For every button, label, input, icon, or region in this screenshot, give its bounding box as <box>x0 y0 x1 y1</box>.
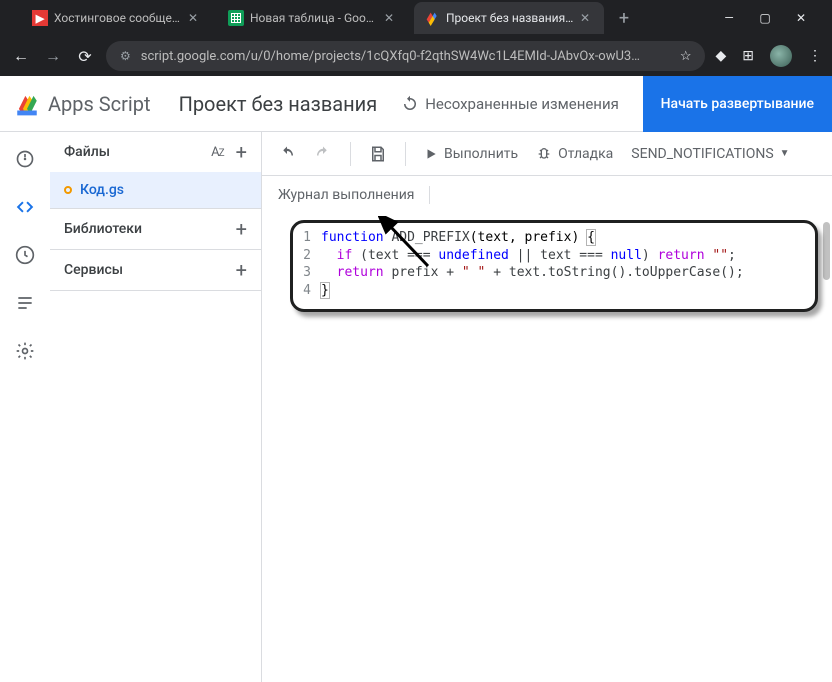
services-label: Сервисы <box>64 262 123 278</box>
url-text: script.google.com/u/0/home/projects/1cQX… <box>141 49 670 64</box>
bug-icon <box>536 146 552 162</box>
scrollbar-thumb[interactable] <box>823 222 830 280</box>
rail-editor[interactable] <box>12 194 38 220</box>
unsaved-label: Несохраненные изменения <box>425 95 619 113</box>
files-header: Файлы AZ + <box>50 132 261 172</box>
file-item-kod[interactable]: Код.gs <box>50 172 261 208</box>
app-logo[interactable]: Apps Script <box>14 91 151 117</box>
rail-settings[interactable] <box>12 338 38 364</box>
run-button[interactable]: Выполнить <box>424 146 518 162</box>
line-number: 4 <box>301 282 321 300</box>
extension-metamask-icon[interactable]: ◆ <box>715 48 726 64</box>
deploy-button[interactable]: Начать развертывание <box>643 76 832 132</box>
workbench: Файлы AZ + Код.gs Библиотеки + Сервисы + <box>0 132 832 682</box>
tab-label: Хостинговое сообщество <box>54 11 182 25</box>
undo-button[interactable] <box>278 145 296 163</box>
redo-button[interactable] <box>314 145 332 163</box>
forward-button[interactable]: → <box>42 46 64 66</box>
line-number: 1 <box>301 229 321 247</box>
add-file-button[interactable]: + <box>236 145 247 160</box>
code-line: } <box>321 282 807 300</box>
libraries-header: Библиотеки + <box>50 209 261 249</box>
favicon-hosting: ▶ <box>32 10 48 26</box>
extensions-icon[interactable]: ⊞ <box>742 48 754 64</box>
favicon-apps-script <box>424 10 440 26</box>
omnibox[interactable]: ⚙ script.google.com/u/0/home/projects/1c… <box>106 41 705 71</box>
left-rail <box>0 132 50 682</box>
apps-script-logo-icon <box>14 91 40 117</box>
add-service-button[interactable]: + <box>236 263 247 277</box>
log-label[interactable]: Журнал выполнения <box>278 187 415 203</box>
maximize-button[interactable]: ▢ <box>756 11 774 25</box>
debug-label: Отладка <box>558 146 613 162</box>
code-line: return prefix + " " + text.toString().to… <box>321 264 807 282</box>
tab-label: Проект без названия - Ре <box>446 11 574 25</box>
line-number: 3 <box>301 264 321 282</box>
browser-tab-0[interactable]: ▶ Хостинговое сообщество ✕ <box>22 2 212 34</box>
new-tab-button[interactable]: + <box>610 8 638 29</box>
code-editor[interactable]: 1 function ADD_PREFIX(text, prefix) { 2 … <box>262 214 832 682</box>
line-number: 2 <box>301 247 321 265</box>
files-label: Файлы <box>64 144 110 160</box>
libraries-label: Библиотеки <box>64 221 142 237</box>
unsaved-indicator: Несохраненные изменения <box>401 95 619 113</box>
run-label: Выполнить <box>444 146 518 162</box>
play-icon <box>424 147 438 161</box>
address-bar-row: ← → ⟳ ⚙ script.google.com/u/0/home/proje… <box>0 36 832 76</box>
code-line: if (text === undefined || text === null)… <box>321 247 807 265</box>
code-line: function ADD_PREFIX(text, prefix) { <box>321 229 807 247</box>
brand-label: Apps Script <box>48 92 151 116</box>
profile-avatar[interactable] <box>770 45 792 67</box>
tab-strip: ▶ Хостинговое сообщество ✕ Новая таблица… <box>0 0 832 36</box>
chevron-down-icon: ▼ <box>780 148 790 159</box>
window-controls: — ▢ ✕ <box>720 11 824 25</box>
editor-toolbar: Выполнить Отладка SEND_NOTIFICATIONS ▼ <box>262 132 832 176</box>
close-icon[interactable]: ✕ <box>384 11 398 25</box>
sort-icon[interactable]: AZ <box>211 145 223 160</box>
save-button[interactable] <box>369 144 387 164</box>
unsaved-dot-icon <box>64 186 72 194</box>
back-button[interactable]: ← <box>10 46 32 66</box>
debug-button[interactable]: Отладка <box>536 146 613 162</box>
close-icon[interactable]: ✕ <box>580 11 594 25</box>
bookmark-icon[interactable]: ☆ <box>680 49 692 64</box>
annotation-frame: 1 function ADD_PREFIX(text, prefix) { 2 … <box>290 220 818 312</box>
project-title[interactable]: Проект без названия <box>179 92 378 116</box>
tab-label: Новая таблица - Google Т <box>250 11 378 25</box>
file-panel: Файлы AZ + Код.gs Библиотеки + Сервисы + <box>50 132 262 682</box>
refresh-icon <box>401 95 419 113</box>
log-row: Журнал выполнения <box>262 176 832 214</box>
minimize-button[interactable]: — <box>720 11 738 25</box>
close-icon[interactable]: ✕ <box>188 11 202 25</box>
site-settings-icon[interactable]: ⚙ <box>120 49 131 63</box>
rail-executions[interactable] <box>12 290 38 316</box>
browser-tab-1[interactable]: Новая таблица - Google Т ✕ <box>218 2 408 34</box>
editor-area: Выполнить Отладка SEND_NOTIFICATIONS ▼ Ж… <box>262 132 832 682</box>
file-name: Код.gs <box>80 182 124 198</box>
function-select[interactable]: SEND_NOTIFICATIONS ▼ <box>631 146 789 162</box>
app-header: Apps Script Проект без названия Несохран… <box>0 76 832 132</box>
services-header: Сервисы + <box>50 250 261 290</box>
close-window-button[interactable]: ✕ <box>792 11 810 25</box>
rail-overview[interactable] <box>12 146 38 172</box>
rail-triggers[interactable] <box>12 242 38 268</box>
add-library-button[interactable]: + <box>236 222 247 236</box>
browser-tab-2[interactable]: Проект без названия - Ре ✕ <box>414 2 604 34</box>
browser-menu-icon[interactable]: ⋮ <box>808 48 822 64</box>
favicon-sheets <box>228 10 244 26</box>
deploy-label: Начать развертывание <box>661 96 814 112</box>
function-name: SEND_NOTIFICATIONS <box>631 146 773 162</box>
browser-chrome: ▶ Хостинговое сообщество ✕ Новая таблица… <box>0 0 832 76</box>
reload-button[interactable]: ⟳ <box>74 47 96 66</box>
